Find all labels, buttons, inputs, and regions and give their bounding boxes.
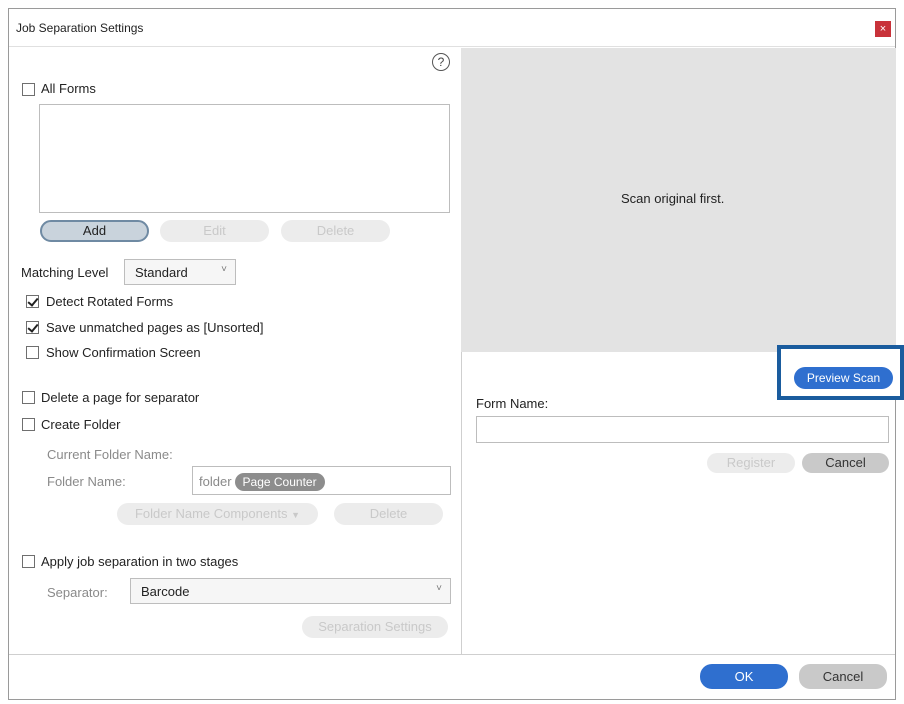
save-unmatched-checkbox[interactable] (26, 321, 39, 334)
chevron-down-icon: ˅ (221, 264, 227, 275)
folder-name-label: Folder Name: (47, 474, 126, 489)
delete-component-button[interactable]: Delete (334, 503, 443, 525)
create-folder-checkbox[interactable] (22, 418, 35, 431)
form-name-input[interactable] (476, 416, 889, 443)
folder-name-components-label: Folder Name Components (134, 506, 288, 521)
all-forms-checkbox[interactable] (22, 83, 35, 96)
two-stage-label: Apply job separation in two stages (41, 554, 239, 569)
preview-area: Scan original first. (461, 48, 896, 352)
matching-level-value: Standard (135, 265, 188, 280)
matching-level-select[interactable]: Standard ˅ (124, 259, 236, 285)
all-forms-label: All Forms (41, 81, 96, 96)
separator-value: Barcode (141, 584, 190, 599)
two-stage-checkbox[interactable] (22, 555, 35, 568)
folder-name-value: folder Page Counter (199, 473, 325, 491)
folder-name-prefix: folder (199, 474, 232, 489)
separator-label: Separator: (47, 585, 108, 600)
cancel-button[interactable]: Cancel (799, 664, 887, 689)
separator-select[interactable]: Barcode ˅ (130, 578, 451, 604)
form-name-cancel-button[interactable]: Cancel (802, 453, 889, 473)
job-separation-settings-window: Job Separation Settings × ? All Forms Ad… (8, 8, 904, 700)
preview-scan-button[interactable]: Preview Scan (794, 367, 893, 389)
page-counter-tag: Page Counter (234, 473, 325, 491)
save-unmatched-label: Save unmatched pages as [Unsorted] (46, 320, 264, 335)
detect-rotated-checkbox[interactable] (26, 295, 39, 308)
delete-form-button[interactable]: Delete (281, 220, 390, 242)
matching-level-label: Matching Level (21, 265, 109, 280)
show-confirmation-checkbox[interactable] (26, 346, 39, 359)
help-icon[interactable]: ? (432, 53, 450, 71)
detect-rotated-label: Detect Rotated Forms (46, 294, 174, 309)
register-button[interactable]: Register (707, 453, 795, 473)
window-title: Job Separation Settings (16, 21, 144, 35)
create-folder-label: Create Folder (41, 417, 121, 432)
delete-separator-checkbox[interactable] (22, 391, 35, 404)
edit-button[interactable]: Edit (160, 220, 269, 242)
dropdown-arrow-icon: ▼ (291, 510, 300, 520)
current-folder-name-label: Current Folder Name: (47, 447, 173, 462)
footer-divider (9, 654, 895, 655)
chevron-down-icon: ˅ (436, 583, 442, 594)
form-name-label: Form Name: (476, 396, 549, 411)
folder-name-components-button[interactable]: Folder Name Components ▼ (117, 503, 318, 525)
preview-scan-highlight: Preview Scan (777, 345, 904, 400)
forms-list[interactable] (39, 104, 450, 213)
delete-separator-label: Delete a page for separator (41, 390, 200, 405)
folder-name-field[interactable]: folder Page Counter (192, 466, 451, 495)
close-icon[interactable]: × (875, 21, 891, 37)
separation-settings-button[interactable]: Separation Settings (302, 616, 448, 638)
preview-message: Scan original first. (621, 191, 725, 206)
title-bar: Job Separation Settings × (9, 9, 895, 47)
show-confirmation-label: Show Confirmation Screen (46, 345, 201, 360)
add-button[interactable]: Add (40, 220, 149, 242)
ok-button[interactable]: OK (700, 664, 788, 689)
